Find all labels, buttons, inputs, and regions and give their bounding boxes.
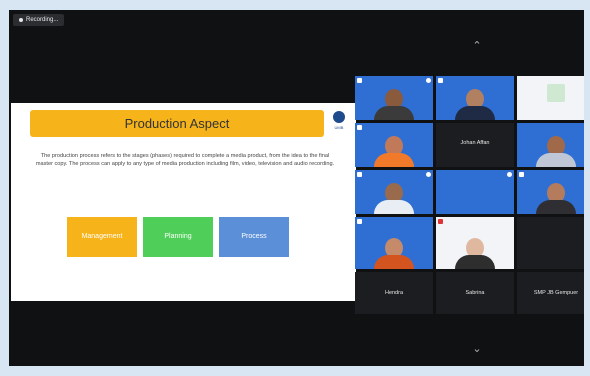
chevron-down-icon[interactable]: ⌄ — [467, 343, 487, 355]
participant-tile[interactable] — [436, 217, 514, 269]
video-icon — [438, 78, 443, 83]
mic-icon — [426, 78, 431, 83]
video-icon — [357, 125, 362, 130]
avatar — [374, 136, 414, 167]
avatar — [455, 238, 495, 269]
video-icon — [438, 219, 443, 224]
avatar — [374, 238, 414, 269]
participant-tile[interactable] — [355, 217, 433, 269]
participant-tile[interactable] — [436, 76, 514, 120]
phase-planning: Planning — [143, 217, 213, 257]
record-dot-icon — [19, 18, 23, 22]
logo-text: UMB — [334, 125, 344, 130]
video-icon — [357, 172, 362, 177]
mic-icon — [507, 172, 512, 177]
slide-title: Production Aspect — [30, 110, 324, 137]
screen-icon — [547, 84, 565, 102]
phase-management: Management — [67, 217, 137, 257]
avatar — [374, 89, 414, 120]
chevron-up-icon[interactable]: ⌃ — [467, 40, 487, 52]
participant-name[interactable]: SMP JB Gempuer — [517, 272, 584, 314]
participant-name: Johan Affan — [460, 140, 490, 146]
video-icon — [357, 78, 362, 83]
participant-tile[interactable] — [436, 170, 514, 214]
participant-name[interactable]: Sabrina — [436, 272, 514, 314]
avatar — [536, 183, 576, 214]
recording-indicator: Recording... — [13, 14, 65, 26]
participant-tile[interactable] — [517, 123, 584, 167]
video-icon — [357, 219, 362, 224]
meeting-window: Recording... ⌃ ⌄ Production Aspect UMB T… — [9, 10, 584, 366]
participant-tile[interactable] — [355, 123, 433, 167]
participant-tile[interactable] — [355, 76, 433, 120]
phase-process: Process — [219, 217, 289, 257]
avatar — [455, 89, 495, 120]
participant-tile[interactable] — [355, 170, 433, 214]
video-icon — [519, 172, 524, 177]
participant-tile[interactable] — [517, 170, 584, 214]
participant-tile[interactable] — [517, 76, 584, 120]
participant-tile[interactable]: Johan Affan — [436, 123, 514, 167]
participant-name[interactable]: Hendra — [355, 272, 433, 314]
avatar — [536, 136, 576, 167]
participant-tile[interactable] — [517, 217, 584, 269]
shared-slide: Production Aspect UMB The production pro… — [11, 103, 356, 301]
slide-body: The production process refers to the sta… — [35, 153, 335, 167]
recording-label: Recording... — [26, 17, 59, 23]
university-logo-icon — [333, 111, 345, 123]
mic-icon — [426, 172, 431, 177]
avatar — [374, 183, 414, 214]
